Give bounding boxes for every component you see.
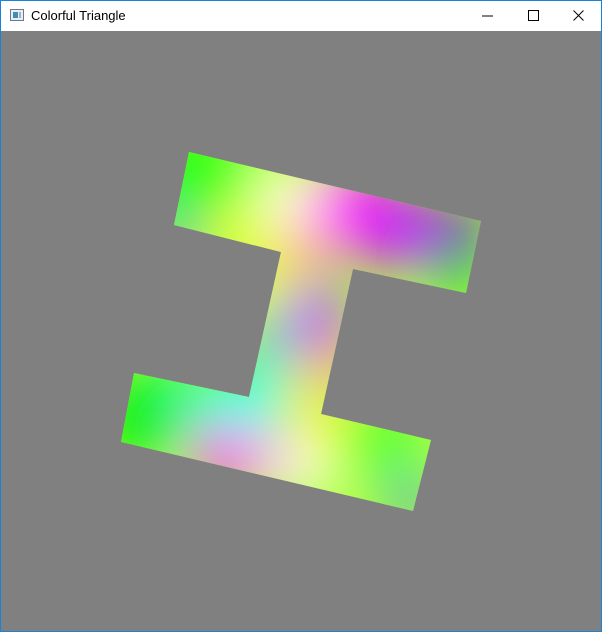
render-canvas[interactable] [1, 31, 601, 631]
colorful-i-beam-shape [121, 152, 481, 511]
close-button[interactable] [556, 1, 602, 31]
close-icon [573, 10, 584, 21]
maximize-icon [528, 10, 539, 21]
minimize-icon [482, 15, 493, 17]
window-title: Colorful Triangle [31, 8, 126, 23]
app-window: Colorful Triangle [0, 0, 602, 632]
app-window-icon [10, 9, 24, 21]
title-bar[interactable]: Colorful Triangle [1, 1, 601, 31]
maximize-button[interactable] [511, 1, 557, 31]
minimize-button[interactable] [465, 1, 511, 31]
